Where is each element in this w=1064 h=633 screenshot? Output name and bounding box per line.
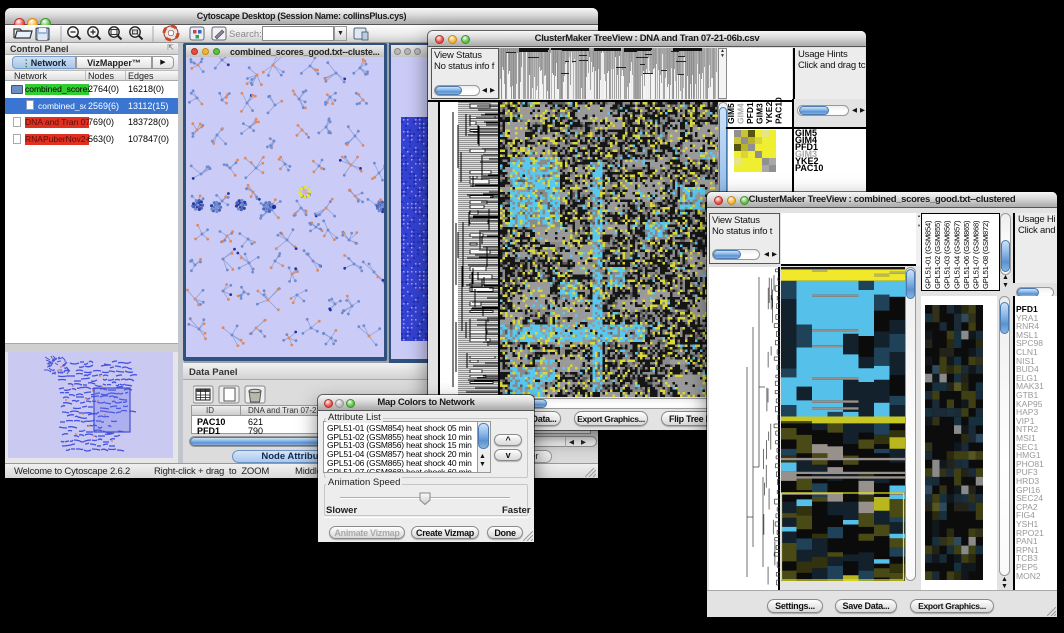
svg-text:GPL51-02 (GSM855): GPL51-02 (GSM855) [933, 220, 942, 289]
svg-text:GIM4: GIM4 [736, 103, 746, 124]
svg-text:GPL51-07 (GSM868): GPL51-07 (GSM868) [972, 220, 981, 289]
svg-text:Search:: Search: [229, 29, 262, 40]
svg-text:GPL51-04 (GSM857): GPL51-04 (GSM857) [952, 220, 961, 289]
svg-text:GPL51-06 (GSM865): GPL51-06 (GSM865) [962, 220, 971, 289]
svg-text:GPL51-03 (GSM856): GPL51-03 (GSM856) [943, 220, 952, 289]
svg-text:GIM3: GIM3 [755, 103, 765, 124]
svg-text:YKE2: YKE2 [764, 102, 774, 124]
svg-text:PFD1: PFD1 [745, 102, 755, 124]
svg-text:GPL51-01 (GSM854): GPL51-01 (GSM854) [924, 220, 933, 289]
svg-text:GPL51-08 (GSM872): GPL51-08 (GSM872) [981, 220, 990, 289]
svg-text:1:1: 1:1 [133, 31, 138, 35]
